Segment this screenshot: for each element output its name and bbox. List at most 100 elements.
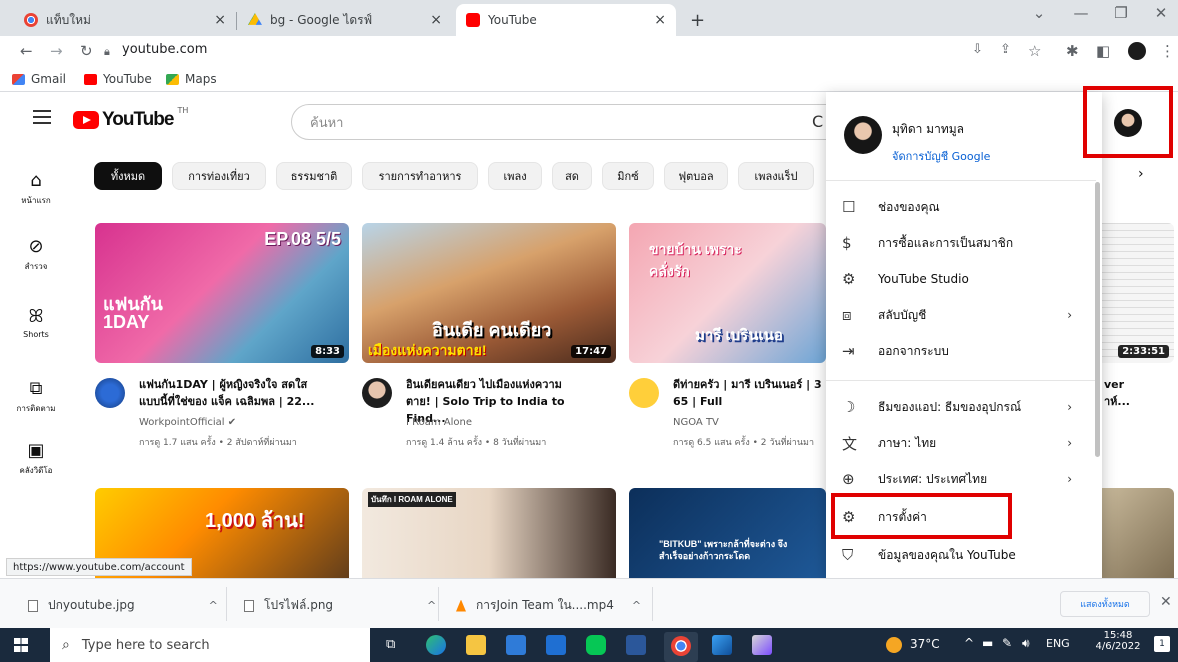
chrome-taskbar-active[interactable] xyxy=(664,632,698,662)
edge-icon[interactable] xyxy=(426,635,446,655)
chip-all[interactable]: ทั้งหมด xyxy=(94,162,162,190)
chip-mix[interactable]: มิกซ์ xyxy=(602,162,654,190)
rail-item-explore[interactable]: ⊘ สำรวจ xyxy=(0,236,72,273)
share-icon[interactable]: ⇪ xyxy=(1000,42,1011,57)
chip-rap[interactable]: เพลงแร็ป xyxy=(738,162,814,190)
taskbar-search-box[interactable]: ⌕ Type here to search xyxy=(50,628,370,662)
chevron-up-icon[interactable]: ^ xyxy=(427,599,436,612)
menu-item-sign-out[interactable]: ⇥ ออกจากระบบ xyxy=(826,334,1096,368)
download-item[interactable]: การJoin Team ใน....mp4 ^ xyxy=(456,596,641,615)
tab-new-tab[interactable]: แท็บใหม่ × xyxy=(14,4,236,36)
menu-item-language[interactable]: 文 ภาษา: ไทย › xyxy=(826,426,1096,460)
search-input[interactable]: ค้นหา xyxy=(291,104,836,140)
file-explorer-icon[interactable] xyxy=(466,635,486,655)
profile-avatar[interactable] xyxy=(1128,42,1146,60)
video-title[interactable]: แฟนกัน1DAY | ผู้หญิงจริงใจ สดใส แบบนี้ที่… xyxy=(139,376,339,410)
menu-scrollbar[interactable] xyxy=(1095,182,1100,457)
channel-name[interactable]: I Roam Alone xyxy=(406,417,472,428)
minimize-icon[interactable]: — xyxy=(1066,4,1096,22)
kebab-menu-icon[interactable]: ⋮ xyxy=(1160,42,1175,60)
menu-item-switch-account[interactable]: ⧈ สลับบัญชี › xyxy=(826,298,1096,332)
close-icon[interactable]: × xyxy=(430,12,442,28)
reload-icon[interactable]: ↻ xyxy=(80,42,93,60)
volume-icon[interactable]: 🔊︎ xyxy=(1022,636,1030,651)
network-icon[interactable]: ▬ xyxy=(982,636,993,650)
video-thumbnail[interactable]: ขายบ้าน เพราะคลั่งรัก มารี เบรินเนอ xyxy=(629,223,826,363)
clock[interactable]: 15:48 4/6/2022 xyxy=(1088,630,1148,652)
download-item[interactable]: โปรไฟล์.png ^ xyxy=(244,596,436,615)
bookmark-youtube[interactable]: YouTube xyxy=(84,72,152,86)
close-downloads-icon[interactable]: ✕ xyxy=(1160,594,1172,610)
address-bar[interactable]: youtube.com xyxy=(122,42,207,57)
tray-chevron-icon[interactable]: ^ xyxy=(964,636,974,650)
menu-item-purchases[interactable]: $ การซื้อและการเป็นสมาชิก xyxy=(826,226,1096,260)
chip-cooking[interactable]: รายการทำอาหาร xyxy=(362,162,478,190)
manage-account-link[interactable]: จัดการบัญชี Google xyxy=(892,147,990,165)
forward-icon[interactable]: → xyxy=(50,42,63,60)
store-icon[interactable] xyxy=(506,635,526,655)
close-icon[interactable]: × xyxy=(214,12,226,28)
channel-avatar[interactable] xyxy=(629,378,659,408)
channel-avatar[interactable] xyxy=(362,378,392,408)
chevron-up-icon[interactable]: ^ xyxy=(209,599,218,612)
restore-icon[interactable]: ❐ xyxy=(1106,4,1136,22)
rail-item-home[interactable]: ⌂ หน้าแรก xyxy=(0,170,72,207)
video-thumbnail[interactable]: "BITKUB" เพราะกล้าที่จะต่าง จึงสำเร็จอย่… xyxy=(629,488,826,578)
menu-item-location[interactable]: ⊕ ประเทศ: ประเทศไทย › xyxy=(826,462,1096,496)
chip-music[interactable]: เพลง xyxy=(488,162,542,190)
youtube-logo[interactable]: YouTube TH xyxy=(73,106,188,131)
search-icon[interactable]: C xyxy=(812,112,823,131)
bookmark-gmail[interactable]: Gmail xyxy=(12,72,66,86)
video-thumbnail[interactable]: อินเดีย คนเดียว เมืองแห่งความตาย! 17:47 xyxy=(362,223,616,363)
side-panel-icon[interactable]: ◧ xyxy=(1096,42,1110,60)
pen-icon[interactable]: ✎ xyxy=(1002,636,1012,650)
new-tab-button[interactable]: + xyxy=(680,4,710,36)
tab-youtube[interactable]: YouTube × xyxy=(456,4,676,36)
weather-temperature[interactable]: 37°C xyxy=(910,637,940,651)
bookmark-maps[interactable]: Maps xyxy=(166,72,217,86)
weather-sun-icon[interactable] xyxy=(886,637,902,653)
video-title[interactable]: ดีท่ายครัว | มารี เบรินเนอร์ | 3 65 | Ful… xyxy=(673,376,833,410)
close-icon[interactable]: × xyxy=(654,12,666,28)
chip-football[interactable]: ฟุตบอล xyxy=(664,162,728,190)
rail-item-library[interactable]: ▣ คลังวิดีโอ xyxy=(0,440,72,477)
chip-nature[interactable]: ธรรมชาติ xyxy=(276,162,352,190)
chevron-up-icon[interactable]: ^ xyxy=(632,599,641,612)
video-thumbnail[interactable] xyxy=(1102,488,1174,578)
extensions-puzzle-icon[interactable]: ✱ xyxy=(1066,42,1079,60)
windows-start-icon[interactable] xyxy=(14,638,28,652)
rail-item-shorts[interactable]: ꕤ Shorts xyxy=(0,306,72,339)
rail-item-subscriptions[interactable]: ⧉ การติดตาม xyxy=(0,378,72,415)
video-title[interactable]: ver าห์... xyxy=(1104,376,1174,410)
input-language[interactable]: ENG xyxy=(1046,637,1070,650)
photos-icon[interactable] xyxy=(712,635,732,655)
word-icon[interactable] xyxy=(626,635,646,655)
lock-icon[interactable]: 🔒︎ xyxy=(104,45,110,59)
menu-item-your-channel[interactable]: ☐ ช่องของคุณ xyxy=(826,190,1096,224)
video-thumbnail[interactable]: 2:33:51 xyxy=(1102,223,1174,363)
tab-search-chevron-icon[interactable]: ⌄ xyxy=(1024,4,1054,22)
channel-avatar[interactable] xyxy=(95,378,125,408)
tab-google-drive[interactable]: bg - Google ไดรฟ์ × xyxy=(238,4,452,36)
notification-center-icon[interactable]: 1 xyxy=(1154,636,1170,652)
bookmark-star-icon[interactable]: ☆ xyxy=(1028,42,1041,60)
task-view-icon[interactable]: ⧉ xyxy=(386,637,395,652)
menu-item-your-data[interactable]: ⛉ ข้อมูลของคุณใน YouTube xyxy=(826,538,1096,572)
channel-name[interactable]: WorkpointOfficial ✔ xyxy=(139,417,236,428)
back-icon[interactable]: ← xyxy=(20,42,33,60)
menu-item-youtube-studio[interactable]: ⚙ YouTube Studio xyxy=(826,262,1096,296)
paint-icon[interactable] xyxy=(752,635,772,655)
download-item[interactable]: ปกyoutube.jpg ^ xyxy=(28,596,218,615)
chip-live[interactable]: สด xyxy=(552,162,592,190)
hamburger-menu-icon[interactable] xyxy=(33,110,51,124)
video-thumbnail[interactable]: บันทึก I ROAM ALONE xyxy=(362,488,616,578)
video-thumbnail[interactable]: EP.08 5/5 แฟนกัน 1DAY 8:33 xyxy=(95,223,349,363)
mail-icon[interactable] xyxy=(546,635,566,655)
chip-travel[interactable]: การท่องเที่ยว xyxy=(172,162,266,190)
menu-item-theme[interactable]: ☽ ธีมของแอป: ธีมของอุปกรณ์ › xyxy=(826,390,1096,424)
show-all-downloads-button[interactable]: แสดงทั้งหมด xyxy=(1060,591,1150,617)
channel-name[interactable]: NGOA TV xyxy=(673,417,719,428)
chips-next-icon[interactable]: › xyxy=(1138,166,1144,182)
window-close-icon[interactable]: ✕ xyxy=(1146,4,1176,22)
line-app-icon[interactable] xyxy=(586,635,606,655)
